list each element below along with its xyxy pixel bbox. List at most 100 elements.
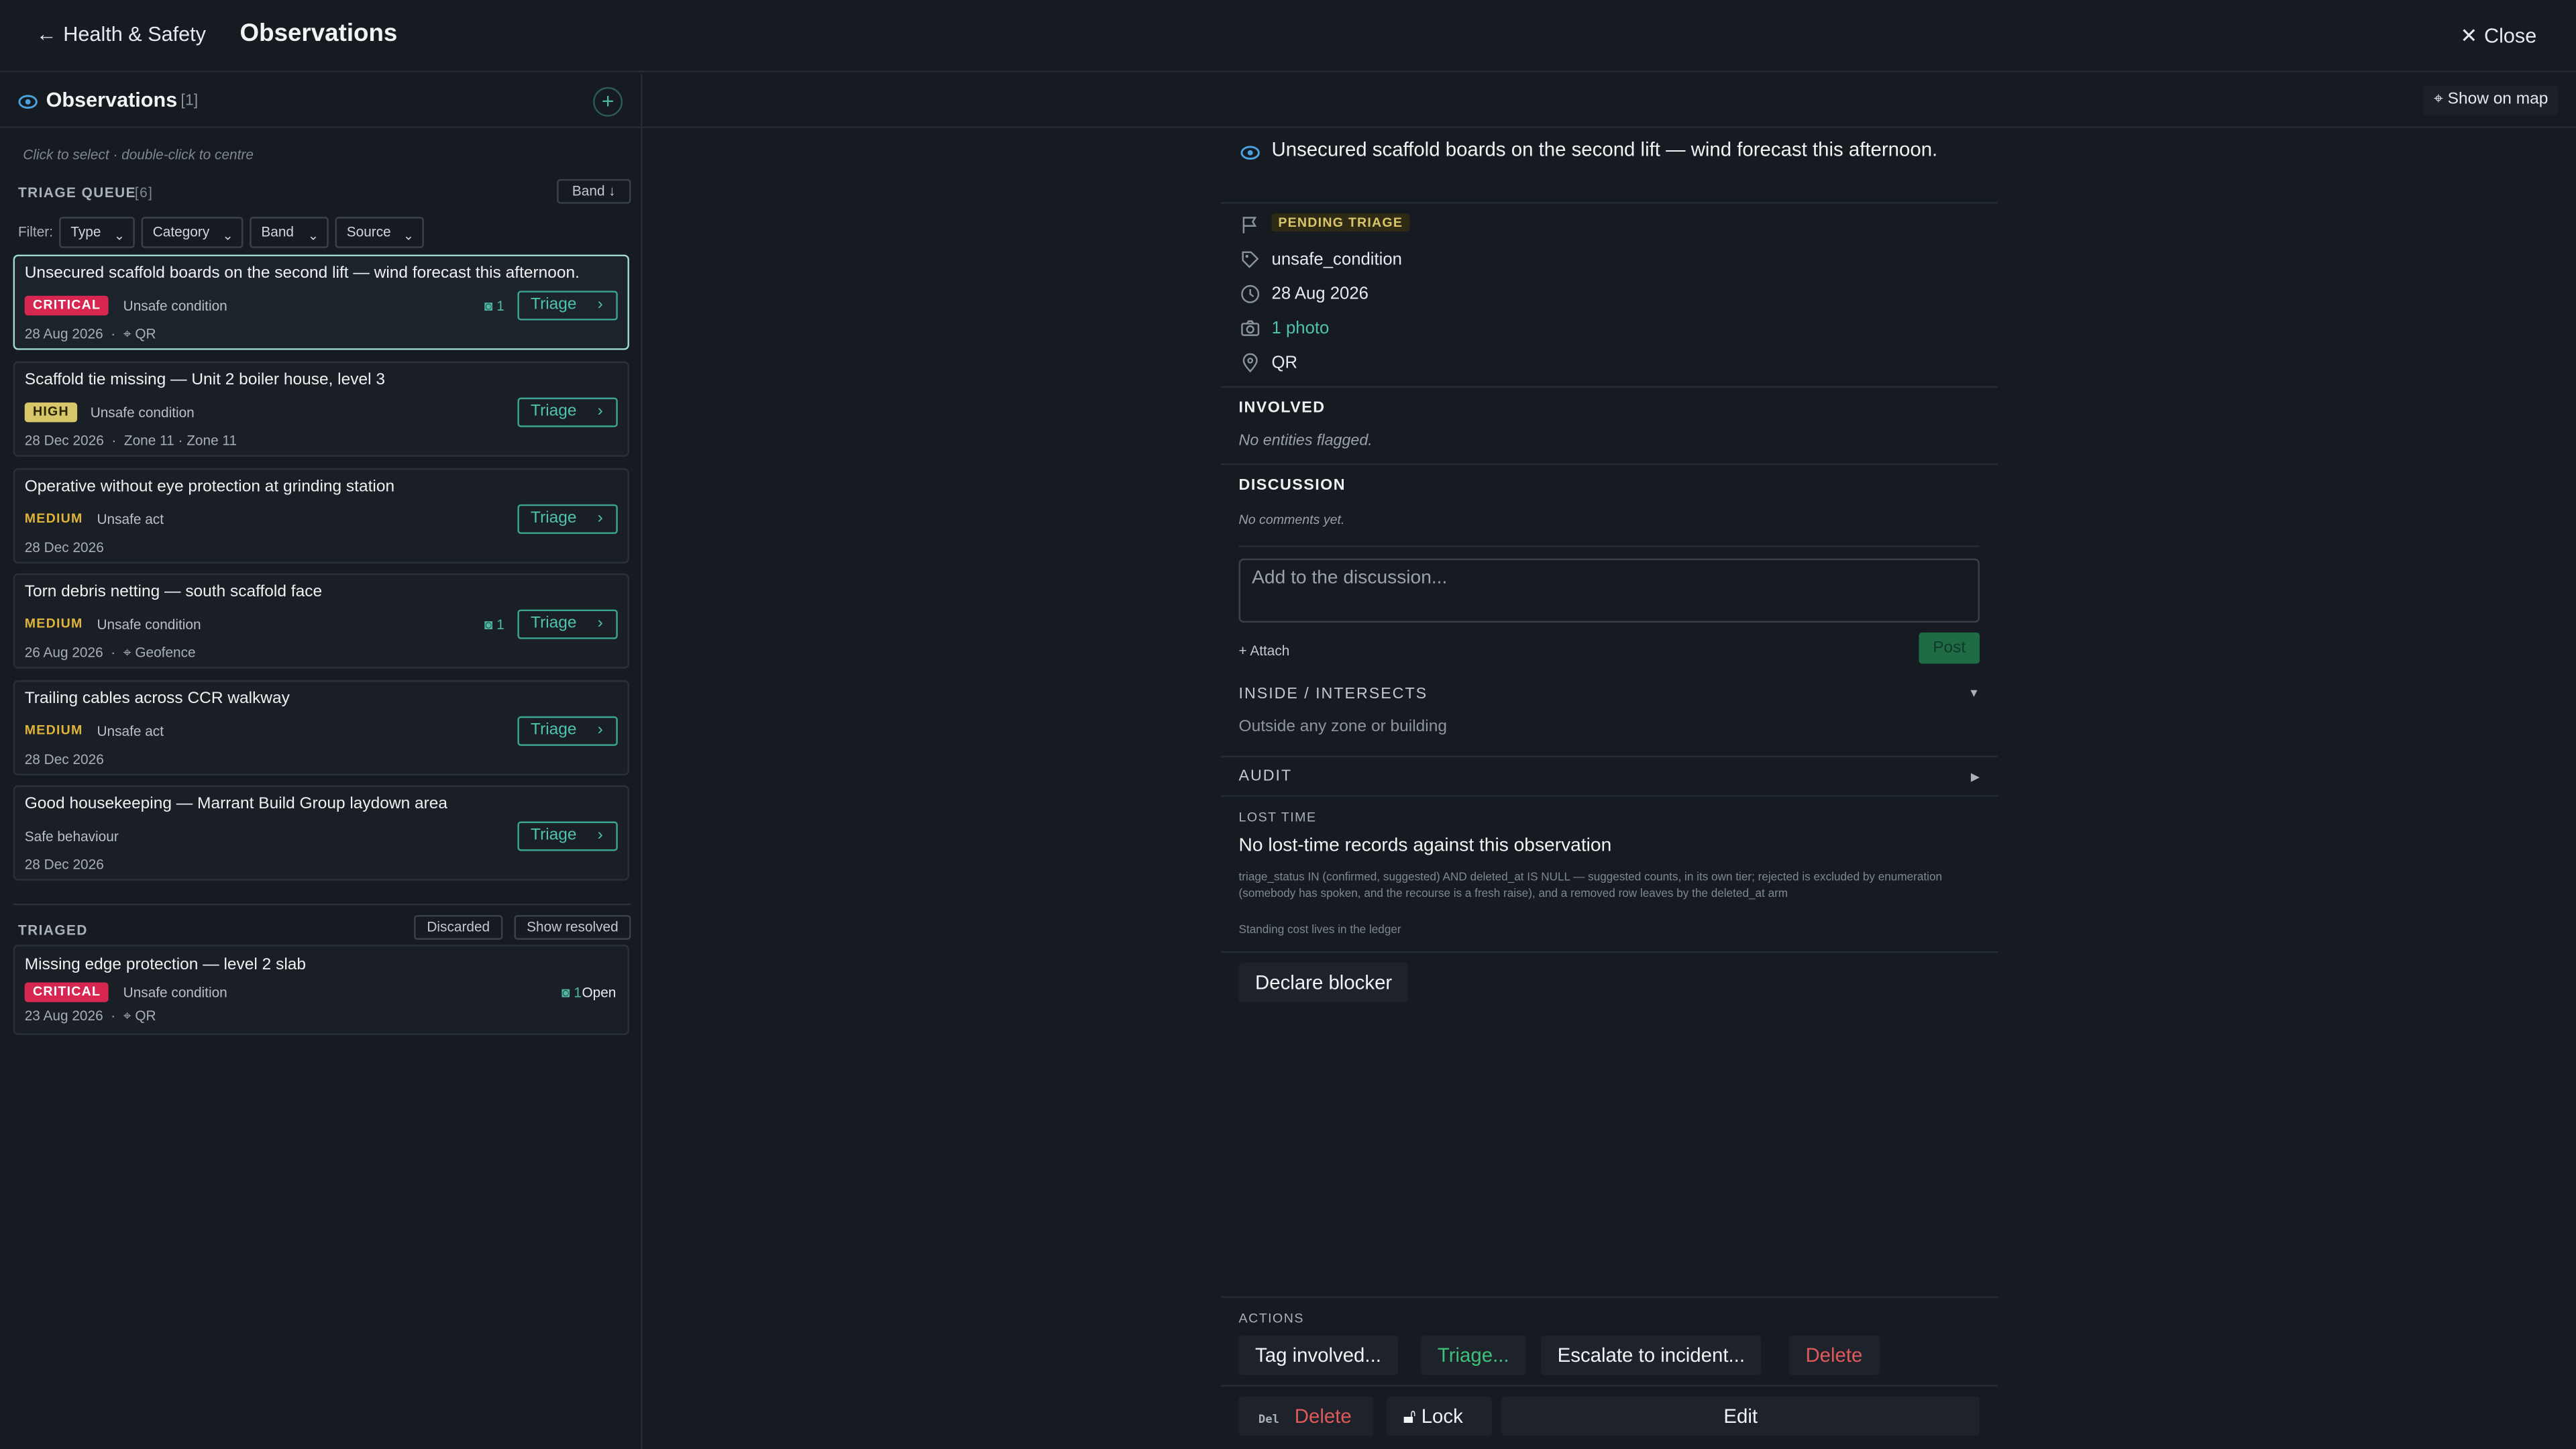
chevron-right-icon: › [597, 295, 603, 314]
chevron-right-icon: › [597, 826, 603, 845]
lost-time-ledger-note: Standing cost lives in the ledger [1238, 924, 1401, 936]
filter-band-label: Band [261, 223, 294, 240]
observation-title: Trailing cables across CCR walkway [24, 690, 290, 708]
observation-meta: 28 Dec 2026 [25, 856, 104, 872]
observation-category: Unsafe condition [123, 297, 227, 314]
sort-band-button[interactable]: Band ↓ [557, 178, 631, 204]
observation-card[interactable]: Operative without eye protection at grin… [13, 468, 629, 564]
close-button[interactable]: ✕ Close [2460, 23, 2536, 48]
observation-source: QR [1271, 353, 1298, 373]
tag-involved-button[interactable]: Tag involved... [1238, 1336, 1398, 1375]
observation-title: Scaffold tie missing — Unit 2 boiler hou… [24, 371, 385, 390]
filter-category[interactable]: Category ⌄ [141, 217, 244, 248]
divider [1220, 463, 1998, 466]
flag-icon [1242, 217, 1257, 233]
observation-card[interactable]: Trailing cables across CCR walkway MEDIU… [13, 680, 629, 775]
triage-queue-label: TRIAGE QUEUE [17, 184, 137, 201]
panel-title: Observations [46, 89, 178, 112]
observation-title: Unsecured scaffold boards on the second … [24, 264, 580, 283]
back-link-label: Health & Safety [63, 23, 207, 46]
divider [1220, 1385, 1998, 1387]
observation-meta: 28 Aug 2026 · ⌖ QR [24, 325, 156, 342]
map-pin-icon: ⌖ [2434, 90, 2443, 109]
involved-heading: INVOLVED [1238, 399, 1326, 418]
triage-button[interactable]: Triage › [517, 716, 618, 746]
panel-count: [1] [180, 92, 199, 111]
pin-icon: ⌖ [123, 1007, 131, 1024]
filter-source[interactable]: Source ⌄ [335, 217, 424, 248]
band-badge: MEDIUM [24, 722, 83, 738]
audit-heading[interactable]: AUDIT [1239, 767, 1293, 786]
chevron-right-icon: › [597, 614, 603, 633]
filter-label: Filter: [17, 223, 53, 240]
filter-source-label: Source [346, 223, 391, 240]
divider [1238, 545, 1980, 547]
camera-icon [1241, 320, 1260, 336]
divider [1220, 795, 1998, 797]
observation-card[interactable]: Good housekeeping — Marrant Build Group … [13, 785, 629, 881]
triage-button[interactable]: Triage › [517, 397, 618, 427]
observation-date: 26 Aug 2026 [24, 644, 103, 661]
caret-down-icon[interactable]: ▼ [1968, 688, 1980, 700]
filter-band[interactable]: Band ⌄ [250, 217, 329, 248]
observation-card[interactable]: Unsecured scaffold boards on the second … [13, 254, 629, 350]
photos-link[interactable]: 1 photo [1272, 319, 1330, 338]
divider [1220, 1296, 1998, 1298]
delete-action-button[interactable]: Delete [1788, 1336, 1879, 1375]
observation-meta: 23 Aug 2026 · ⌖ QR [24, 1007, 156, 1024]
filter-type[interactable]: Type ⌄ [59, 217, 135, 248]
observation-card[interactable]: Scaffold tie missing — Unit 2 boiler hou… [13, 361, 629, 457]
post-button[interactable]: Post [1919, 632, 1980, 664]
observation-meta: 28 Dec 2026 [25, 539, 104, 555]
discussion-empty: No comments yet. [1238, 513, 1345, 528]
triage-button[interactable]: Triage › [517, 609, 618, 639]
inside-intersects-heading[interactable]: INSIDE / INTERSECTS [1239, 685, 1428, 703]
observation-card[interactable]: Torn debris netting — south scaffold fac… [13, 573, 629, 669]
photo-count: ◙ 1 [484, 297, 504, 313]
add-observation-button[interactable]: + [593, 87, 623, 117]
photo-count: ◙ 1 [484, 616, 504, 632]
triage-button[interactable]: Triage › [517, 504, 618, 534]
pin-icon: ⌖ [123, 325, 131, 342]
observation-category: Unsafe act [97, 722, 164, 740]
band-badge: MEDIUM [24, 511, 83, 526]
triage-button-label: Triage [531, 614, 577, 633]
show-on-map-button[interactable]: ⌖ Show on map [2424, 85, 2559, 115]
observations-panel: Observations [1] + Click to select · dou… [0, 74, 643, 1449]
status-badge: PENDING TRIAGE [1271, 213, 1410, 232]
observation-meta: 28 Dec 2026 [25, 751, 104, 767]
attach-button[interactable]: + Attach [1239, 643, 1290, 659]
chevron-down-icon: ⌄ [113, 228, 125, 244]
observation-category: Unsafe condition [97, 616, 201, 633]
triage-button-label: Triage [531, 509, 577, 528]
discussion-input[interactable]: Add to the discussion... [1238, 558, 1980, 623]
observation-meta: 28 Dec 2026 · Zone 11 · Zone 11 [24, 432, 237, 449]
lock-button[interactable]: 🔓︎ Lock [1386, 1396, 1492, 1436]
discarded-button[interactable]: Discarded [414, 915, 503, 940]
band-badge: CRITICAL [24, 982, 109, 1002]
delete-button[interactable]: Del Delete [1238, 1396, 1374, 1436]
back-link[interactable]: ← Health & Safety [36, 23, 206, 46]
declare-blocker-button[interactable]: Declare blocker [1238, 963, 1409, 1002]
triage-action-button[interactable]: Triage... [1421, 1336, 1526, 1375]
show-resolved-button[interactable]: Show resolved [514, 915, 631, 940]
observation-category: Safe behaviour [24, 828, 119, 845]
triage-button[interactable]: Triage › [517, 290, 618, 321]
eye-icon [18, 95, 38, 109]
triage-button[interactable]: Triage › [517, 821, 618, 851]
band-badge: HIGH [24, 402, 78, 423]
top-bar: ← Health & Safety Observations ✕ Close [0, 0, 2576, 72]
edit-button[interactable]: Edit [1501, 1396, 1980, 1436]
camera-icon: ◙ [484, 616, 493, 633]
observation-category: Unsafe act [97, 511, 164, 528]
detail-toolbar: ⌖ Show on map [642, 74, 2576, 129]
observation-card[interactable]: Missing edge protection — level 2 slab C… [13, 945, 629, 1035]
lost-time-note: triage_status IN (confirmed, suggested) … [1238, 872, 1943, 900]
discussion-heading: DISCUSSION [1238, 476, 1346, 495]
divider [1220, 202, 1998, 204]
del-key-hint: Del [1258, 1413, 1279, 1426]
divider [1220, 951, 1998, 953]
chevron-down-icon: ⌄ [307, 228, 319, 244]
caret-right-icon[interactable]: ▶ [1971, 771, 1980, 784]
escalate-button[interactable]: Escalate to incident... [1541, 1336, 1762, 1375]
